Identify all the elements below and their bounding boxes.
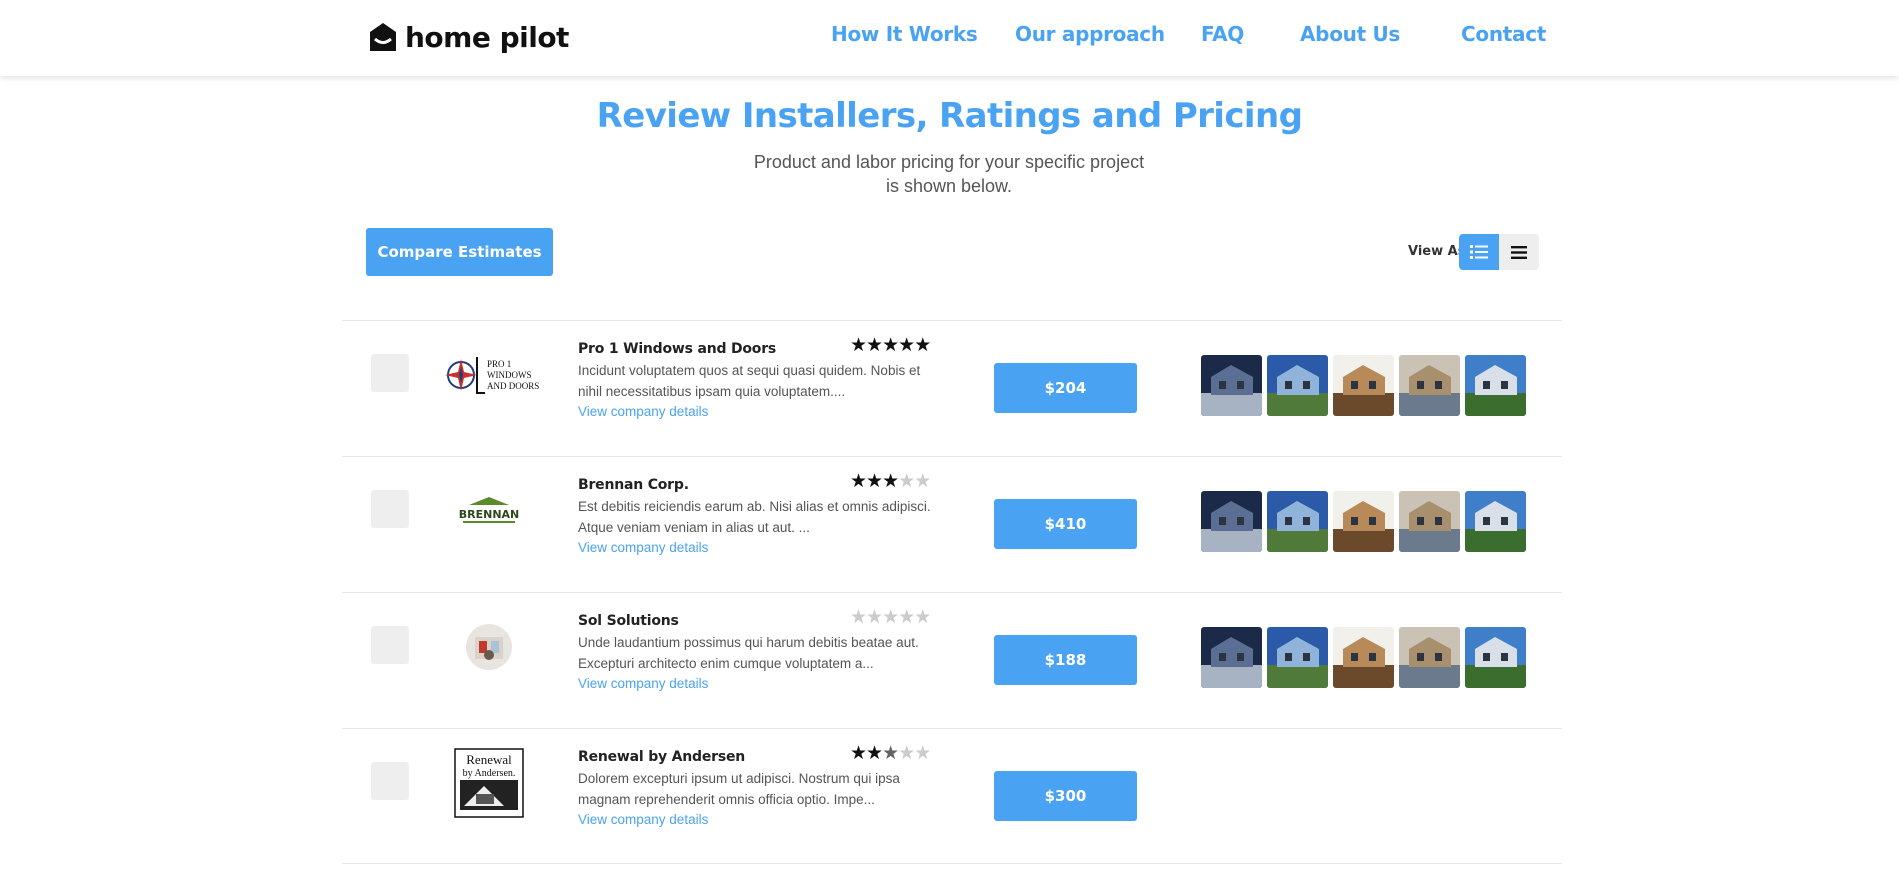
detailed-view-button[interactable] [1459, 234, 1499, 270]
installer-row: PRO 1 WINDOWS AND DOORS Pro 1 Windows an… [342, 320, 1562, 456]
logo-line: AND DOORS [487, 381, 539, 391]
view-company-details-link[interactable]: View company details [578, 538, 708, 558]
nav-faq[interactable]: FAQ [1201, 22, 1244, 46]
project-gallery [1201, 355, 1526, 416]
project-photo[interactable] [1267, 355, 1328, 416]
renewal-logo-image: Renewal by Andersen. [454, 748, 524, 818]
company-logo: PRO 1 WINDOWS AND DOORS [439, 341, 539, 409]
project-photo[interactable] [1333, 355, 1394, 416]
company-logo [439, 613, 539, 681]
site-header: home pilot How It Works Our approach FAQ… [0, 0, 1899, 76]
project-photo[interactable] [1333, 627, 1394, 688]
company-description: Est debitis reiciendis earum ab. Nisi al… [578, 499, 931, 535]
home-icon [370, 23, 396, 51]
star-icon: ★ [898, 607, 915, 628]
compare-checkbox[interactable] [371, 354, 409, 392]
compare-estimates-button[interactable]: Compare Estimates [366, 228, 553, 276]
star-icon: ★ [914, 335, 931, 356]
star-icon: ★ [914, 743, 931, 764]
star-icon: ★ [850, 607, 867, 628]
project-photo[interactable] [1201, 491, 1262, 552]
logo-line: PRO 1 [487, 359, 511, 369]
price-button[interactable]: $410 [994, 499, 1137, 549]
project-photo[interactable] [1201, 627, 1262, 688]
star-icon: ★ [866, 335, 883, 356]
installer-row: Sol Solutions Unde laudantium possimus q… [342, 592, 1562, 728]
star-icon: ★ [850, 471, 867, 492]
star-icon: ★ [898, 471, 915, 492]
view-company-details-link[interactable]: View company details [578, 810, 708, 830]
rating-stars: ★★★★★ [850, 607, 931, 628]
star-icon: ★ [898, 743, 915, 764]
project-photo[interactable] [1267, 627, 1328, 688]
rating-stars: ★★★★★ [850, 471, 931, 492]
rating-stars: ★★★★★ [850, 335, 931, 356]
page-title: Review Installers, Ratings and Pricing [596, 96, 1303, 136]
star-icon: ★ [850, 743, 867, 764]
star-icon: ★ [850, 335, 867, 356]
company-description: Unde laudantium possimus qui harum debit… [578, 635, 919, 671]
compare-checkbox[interactable] [371, 762, 409, 800]
project-photo[interactable] [1465, 491, 1526, 552]
star-icon: ★ [882, 743, 899, 764]
nav-our-approach[interactable]: Our approach [1015, 22, 1165, 46]
logo-line: WINDOWS [487, 370, 532, 380]
compact-view-button[interactable] [1499, 234, 1539, 270]
star-icon: ★ [898, 335, 915, 356]
home-pilot-logo[interactable]: home pilot [369, 18, 569, 56]
star-icon: ★ [866, 471, 883, 492]
star-icon: ★ [866, 607, 883, 628]
view-as-label: View As [1408, 244, 1466, 259]
project-photo[interactable] [1399, 627, 1460, 688]
nav-contact[interactable]: Contact [1461, 22, 1546, 46]
list-details-icon [1470, 245, 1488, 259]
project-photo[interactable] [1267, 491, 1328, 552]
view-company-details-link[interactable]: View company details [578, 402, 708, 422]
menu-lines-icon [1511, 245, 1527, 259]
installer-row: BRENNAN Brennan Corp. Est debitis reicie… [342, 456, 1562, 592]
company-logo: Renewal by Andersen. [439, 748, 539, 818]
page-subtitle: Product and labor pricing for your speci… [753, 152, 1145, 196]
nav-about-us[interactable]: About Us [1300, 22, 1400, 46]
price-button[interactable]: $188 [994, 635, 1137, 685]
logo-line: by Andersen. [463, 768, 516, 779]
company-description: Incidunt voluptatem quos at sequi quasi … [578, 363, 921, 399]
project-gallery [1201, 491, 1526, 552]
project-photo[interactable] [1399, 355, 1460, 416]
project-photo[interactable] [1201, 355, 1262, 416]
installer-list: PRO 1 WINDOWS AND DOORS Pro 1 Windows an… [342, 320, 1562, 864]
logo-line: BRENNAN [459, 508, 520, 521]
compare-checkbox[interactable] [371, 490, 409, 528]
star-icon: ★ [866, 743, 883, 764]
company-description: Dolorem excepturi ipsum ut adipisci. Nos… [578, 771, 900, 807]
star-icon: ★ [882, 335, 899, 356]
project-photo[interactable] [1465, 355, 1526, 416]
pro1-logo-image: PRO 1 WINDOWS AND DOORS [445, 357, 539, 394]
logo-text: home pilot [405, 20, 569, 54]
company-logo: BRENNAN [439, 477, 539, 545]
star-icon: ★ [914, 607, 931, 628]
brennan-logo-image: BRENNAN [459, 497, 520, 523]
logo-line: Renewal [466, 752, 512, 767]
rating-stars: ★★★★★ [850, 743, 931, 764]
project-photo[interactable] [1465, 627, 1526, 688]
project-photo[interactable] [1399, 491, 1460, 552]
price-button[interactable]: $204 [994, 363, 1137, 413]
star-icon: ★ [882, 607, 899, 628]
installer-row: Renewal by Andersen. Renewal by Andersen… [342, 728, 1562, 864]
project-gallery [1201, 627, 1526, 688]
nav-how-it-works[interactable]: How It Works [831, 22, 978, 46]
compare-checkbox[interactable] [371, 626, 409, 664]
star-icon: ★ [914, 471, 931, 492]
view-company-details-link[interactable]: View company details [578, 674, 708, 694]
sol-solutions-logo-image [466, 624, 512, 670]
price-button[interactable]: $300 [994, 771, 1137, 821]
project-photo[interactable] [1333, 491, 1394, 552]
star-icon: ★ [882, 471, 899, 492]
